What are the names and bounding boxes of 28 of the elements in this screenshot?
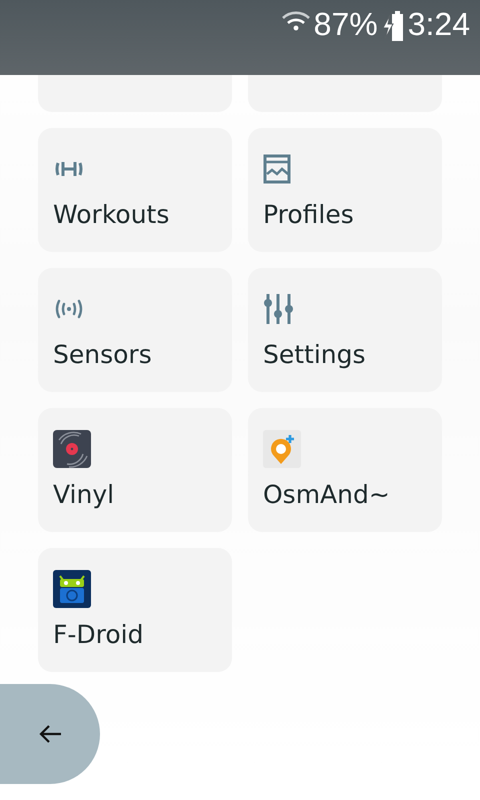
tile-label: Workouts [53, 200, 170, 229]
app-tile[interactable]: Sensors [38, 268, 232, 392]
battery-percent: 87% [314, 6, 378, 42]
app-tile[interactable]: Profiles [248, 128, 442, 252]
vinyl-record-icon [53, 430, 91, 468]
app-tile[interactable] [38, 75, 232, 112]
map-pin-icon [263, 430, 301, 468]
app-tile[interactable]: Settings [248, 268, 442, 392]
clock-time: 3:24 [408, 6, 470, 42]
wifi-icon [282, 11, 310, 31]
app-tile[interactable] [248, 75, 442, 112]
sliders-icon [263, 293, 293, 325]
app-tile[interactable]: Vinyl [38, 408, 232, 532]
app-tile[interactable]: F-Droid [38, 548, 232, 672]
battery-charging-icon [382, 11, 404, 41]
tile-label: F-Droid [53, 620, 144, 649]
tile-label: Settings [263, 340, 367, 369]
tile-label: Vinyl [53, 480, 116, 509]
tile-label: Profiles [263, 200, 355, 229]
app-tile[interactable]: OsmAnd~ [248, 408, 442, 532]
back-arrow-icon [38, 724, 62, 744]
robot-box-icon [53, 570, 91, 608]
tile-label: OsmAnd~ [263, 480, 391, 509]
tile-label: Sensors [53, 340, 153, 369]
back-button[interactable] [0, 684, 100, 784]
app-tile[interactable]: Workouts [38, 128, 232, 252]
broadcast-icon [53, 298, 85, 320]
image-icon [263, 154, 291, 184]
